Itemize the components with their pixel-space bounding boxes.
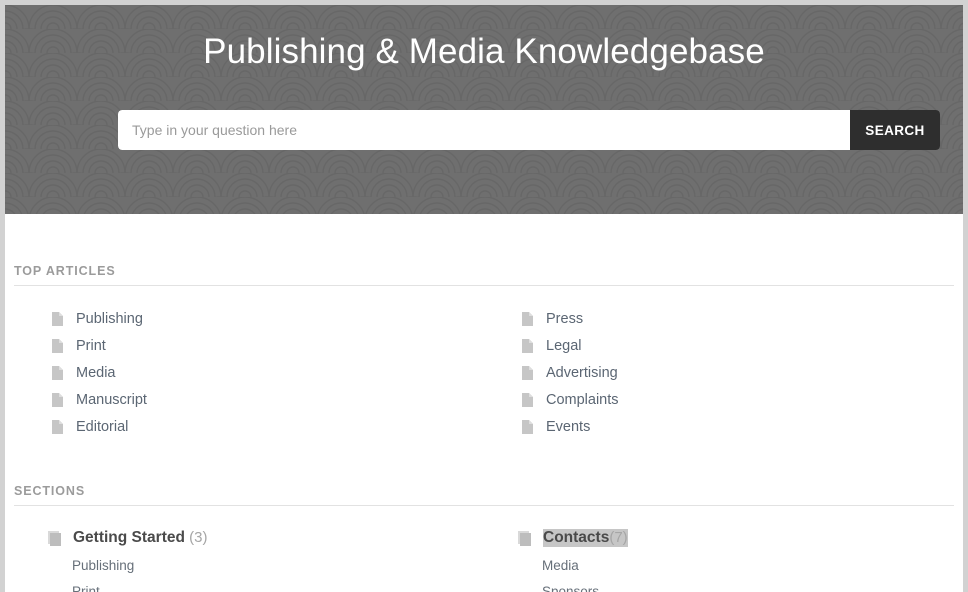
section-article-link[interactable]: Media <box>542 558 579 573</box>
list-item[interactable]: Publishing <box>14 305 484 332</box>
list-item[interactable]: Press <box>484 305 954 332</box>
article-link[interactable]: Editorial <box>76 419 128 435</box>
page-title: Publishing & Media Knowledgebase <box>203 32 765 71</box>
document-icon <box>522 338 533 353</box>
section-article-list: Publishing Print <box>48 557 484 592</box>
hero-header: Publishing & Media Knowledgebase SEARCH <box>5 5 963 214</box>
document-icon <box>52 311 63 326</box>
section-article-link[interactable]: Publishing <box>72 558 134 573</box>
top-articles-heading: TOP ARTICLES <box>14 264 954 286</box>
article-link[interactable]: Legal <box>546 338 581 354</box>
section-article-link[interactable]: Print <box>72 584 100 592</box>
list-item[interactable]: Manuscript <box>14 386 484 413</box>
top-articles-column-right: Press Legal Advertising Complaints Event… <box>484 286 954 440</box>
sections-column-right: Contacts(7) Media Sponsors <box>484 506 954 592</box>
search-bar: SEARCH <box>118 110 940 150</box>
article-link[interactable]: Press <box>546 311 583 327</box>
list-item[interactable]: Publishing <box>72 557 484 583</box>
list-item[interactable]: Advertising <box>484 359 954 386</box>
book-icon <box>48 530 61 546</box>
article-link[interactable]: Publishing <box>76 311 143 327</box>
section-header[interactable]: Contacts(7) <box>518 525 954 551</box>
search-button[interactable]: SEARCH <box>850 110 940 150</box>
sections-column-left: Getting Started (3) Publishing Print <box>14 506 484 592</box>
document-icon <box>522 311 533 326</box>
article-link[interactable]: Print <box>76 338 106 354</box>
list-item[interactable]: Print <box>72 583 484 592</box>
top-articles-columns: Publishing Print Media Manuscript Editor… <box>14 286 954 440</box>
list-item[interactable]: Media <box>542 557 954 583</box>
list-item[interactable]: Print <box>14 332 484 359</box>
section-header[interactable]: Getting Started (3) <box>48 525 484 551</box>
document-icon <box>522 392 533 407</box>
article-link[interactable]: Manuscript <box>76 392 147 408</box>
content-area: TOP ARTICLES Publishing Print Media Manu… <box>5 264 963 592</box>
section-getting-started: Getting Started (3) Publishing Print <box>14 525 484 592</box>
top-articles-list-right: Press Legal Advertising Complaints Event… <box>484 305 954 440</box>
list-item[interactable]: Editorial <box>14 413 484 440</box>
sections-columns: Getting Started (3) Publishing Print Con… <box>14 506 954 592</box>
document-icon <box>522 365 533 380</box>
knowledgebase-page: Publishing & Media Knowledgebase SEARCH … <box>0 0 968 592</box>
document-icon <box>52 365 63 380</box>
section-article-list: Media Sponsors <box>518 557 954 592</box>
section-title-wrap: Getting Started (3) <box>73 529 207 547</box>
article-link[interactable]: Media <box>76 365 116 381</box>
article-link[interactable]: Advertising <box>546 365 618 381</box>
search-input[interactable] <box>118 110 850 150</box>
document-icon <box>522 419 533 434</box>
section-title-selection-highlight: Contacts(7) <box>543 529 628 547</box>
top-articles-column-left: Publishing Print Media Manuscript Editor… <box>14 286 484 440</box>
sections-list-right: Contacts(7) Media Sponsors <box>484 525 954 592</box>
section-contacts: Contacts(7) Media Sponsors <box>484 525 954 592</box>
article-link[interactable]: Events <box>546 419 590 435</box>
sections-heading: SECTIONS <box>14 484 954 506</box>
document-icon <box>52 419 63 434</box>
list-item[interactable]: Media <box>14 359 484 386</box>
book-icon <box>518 530 531 546</box>
section-article-count: (3) <box>184 529 208 546</box>
document-icon <box>52 338 63 353</box>
sections-list-left: Getting Started (3) Publishing Print <box>14 525 484 592</box>
section-title[interactable]: Getting Started <box>73 529 185 546</box>
list-item[interactable]: Complaints <box>484 386 954 413</box>
section-article-link[interactable]: Sponsors <box>542 584 599 592</box>
top-articles-list-left: Publishing Print Media Manuscript Editor… <box>14 305 484 440</box>
list-item[interactable]: Events <box>484 413 954 440</box>
article-link[interactable]: Complaints <box>546 392 619 408</box>
list-item[interactable]: Legal <box>484 332 954 359</box>
section-article-count: (7) <box>609 529 628 546</box>
list-item[interactable]: Sponsors <box>542 583 954 592</box>
section-title[interactable]: Contacts <box>543 529 609 546</box>
document-icon <box>52 392 63 407</box>
